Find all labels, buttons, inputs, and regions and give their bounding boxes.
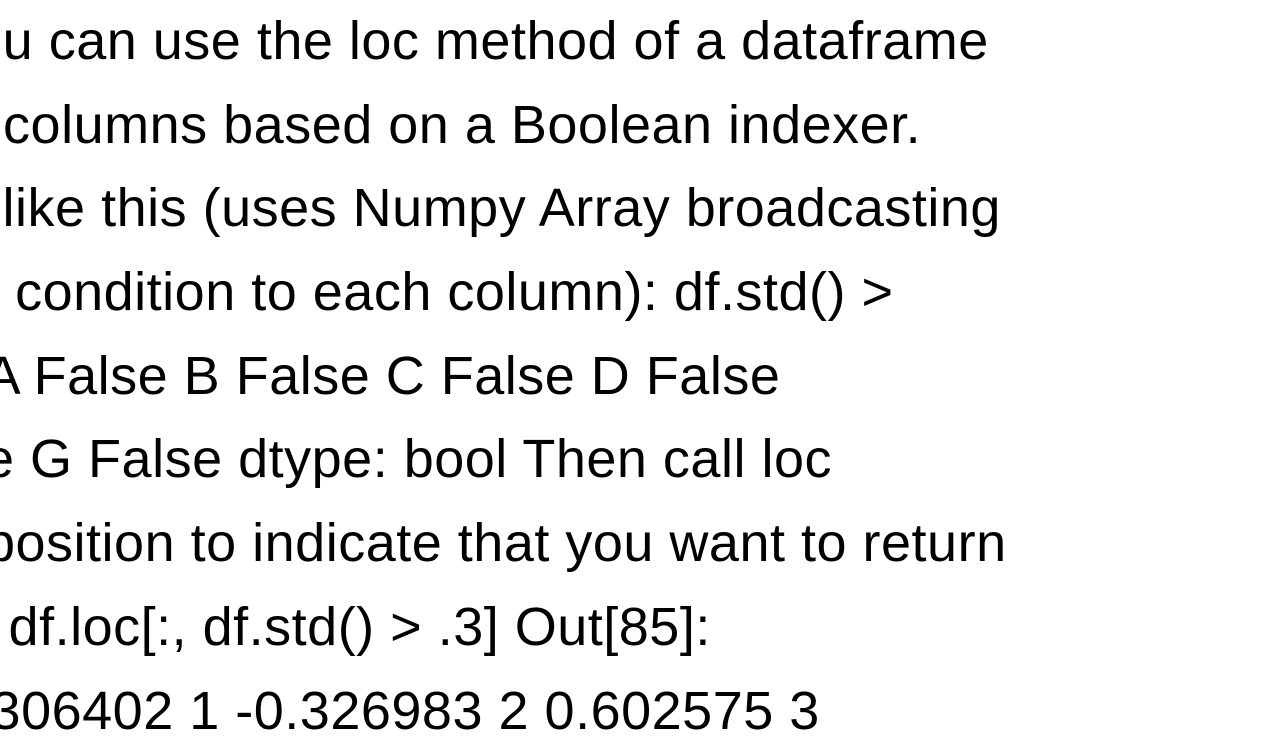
text-line: y the condition to each column): df.std(… [0,251,1280,335]
text-line: False G False dtype: bool Then call loc [0,418,1280,502]
text-line: ows: df.loc[:, df.std() > .3] Out[85]: [0,586,1280,670]
text-line: exer like this (uses Numpy Array broadca… [0,167,1280,251]
document-text-block: 1: You can use the loc method of a dataf… [0,0,1280,753]
text-line: 0 -0.306402 1 -0.326983 2 0.602575 3 [0,670,1280,753]
text-line: first position to indicate that you want… [0,502,1280,586]
text-line: 84]: A False B False C False D False [0,335,1280,419]
text-line: 1: You can use the loc method of a dataf… [0,0,1280,84]
text-line: rtain columns based on a Boolean indexer… [0,84,1280,168]
